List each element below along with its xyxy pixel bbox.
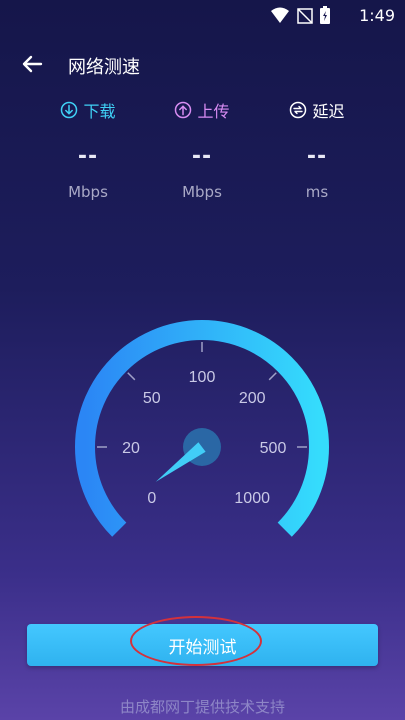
metric-latency: 延迟 -- ms (257, 98, 377, 201)
gauge-tick-label: 20 (122, 440, 140, 457)
latency-icon (290, 101, 307, 119)
back-button[interactable] (18, 50, 46, 78)
metric-latency-value: -- (306, 144, 328, 169)
wifi-icon (271, 7, 289, 23)
metric-download-unit: Mbps (68, 183, 108, 201)
no-signal-icon (297, 8, 313, 24)
page-title: 网络测速 (68, 57, 140, 78)
metric-upload-unit: Mbps (182, 183, 222, 201)
start-test-label: 开始测试 (168, 637, 237, 658)
status-bar: 1:49 (0, 0, 405, 32)
start-test-button[interactable]: 开始测试 (27, 624, 378, 666)
gauge-tick (127, 372, 136, 381)
metric-upload-label: 上传 (197, 102, 230, 121)
gauge-tick-label: 50 (143, 390, 161, 407)
gauge-tick-label: 200 (239, 390, 266, 407)
gauge-tick-label: 500 (260, 440, 287, 457)
gauge-tick-label: 0 (147, 490, 156, 507)
footer-credit: 由成都网丁提供技术支持 (119, 698, 285, 716)
download-icon (61, 101, 78, 119)
battery-icon (320, 6, 330, 24)
gauge-tick-label: 1000 (234, 490, 270, 507)
status-time: 1:49 (359, 6, 395, 25)
metric-upload: 上传 -- Mbps (142, 98, 262, 201)
metrics-panel: 下载 -- Mbps 上传 -- Mbps 延迟 -- ms (0, 98, 405, 208)
upload-icon (175, 101, 192, 119)
metric-upload-value: -- (191, 144, 213, 169)
gauge-tick (268, 372, 277, 381)
status-icons (269, 5, 349, 31)
metric-download-value: -- (77, 144, 99, 169)
metric-download-label: 下载 (83, 102, 116, 121)
app-bar: 网络测速 (0, 44, 405, 84)
gauge-tick-label: 100 (189, 369, 216, 386)
metric-latency-label: 延迟 (312, 102, 345, 121)
metric-download: 下载 -- Mbps (28, 98, 148, 201)
metric-latency-unit: ms (305, 183, 329, 201)
back-arrow-icon (22, 55, 43, 73)
speed-gauge: 0 20 50 100 200 500 1000 (70, 305, 335, 560)
